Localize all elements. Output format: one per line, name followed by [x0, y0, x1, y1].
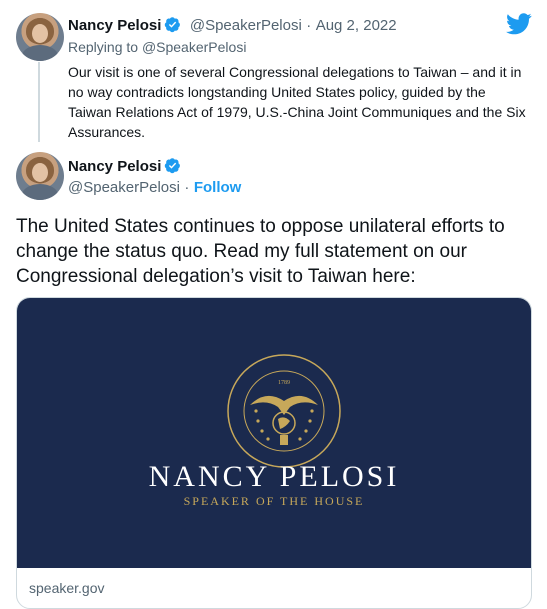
separator-dot: ·: [184, 179, 190, 196]
follow-button[interactable]: Follow: [194, 179, 242, 196]
verified-badge-icon: [164, 16, 181, 38]
replying-to-handle[interactable]: @SpeakerPelosi: [142, 39, 247, 55]
separator-dot: ·: [306, 17, 312, 34]
thread-connector-line: [38, 62, 40, 142]
verified-badge-icon: [164, 157, 181, 179]
author-name[interactable]: Nancy Pelosi: [68, 17, 161, 34]
card-image[interactable]: 1789 NANCY PELOSI SPEAKER OF THE HOUSE: [17, 298, 531, 568]
author-handle[interactable]: @SpeakerPelosi: [190, 17, 302, 34]
card-domain[interactable]: speaker.gov: [29, 580, 105, 596]
main-tweet-text: The United States continues to oppose un…: [16, 216, 505, 287]
reply-tweet-text: Our visit is one of several Congressiona…: [68, 64, 526, 140]
avatar[interactable]: [16, 13, 64, 61]
replying-to: Replying to @SpeakerPelosi: [68, 39, 246, 55]
reply-tweet-header: Nancy Pelosi @SpeakerPelosi · Aug 2, 202…: [68, 16, 397, 38]
link-preview-card[interactable]: 1789 NANCY PELOSI SPEAKER OF THE HOUSE s…: [16, 297, 532, 609]
card-title: NANCY PELOSI: [148, 460, 400, 493]
svg-text:1789: 1789: [278, 380, 290, 386]
tweet-date[interactable]: Aug 2, 2022: [316, 17, 397, 34]
avatar[interactable]: [16, 152, 64, 200]
card-subtitle: SPEAKER OF THE HOUSE: [183, 494, 365, 508]
twitter-logo-icon[interactable]: [506, 13, 532, 35]
author-name[interactable]: Nancy Pelosi: [68, 158, 161, 175]
main-tweet-header: Nancy Pelosi: [68, 157, 181, 179]
author-handle[interactable]: @SpeakerPelosi: [68, 179, 180, 196]
replying-to-label: Replying to: [68, 39, 139, 55]
speaker-seal-icon: 1789: [227, 354, 341, 468]
main-tweet-subheader: @SpeakerPelosi · Follow: [68, 179, 241, 197]
